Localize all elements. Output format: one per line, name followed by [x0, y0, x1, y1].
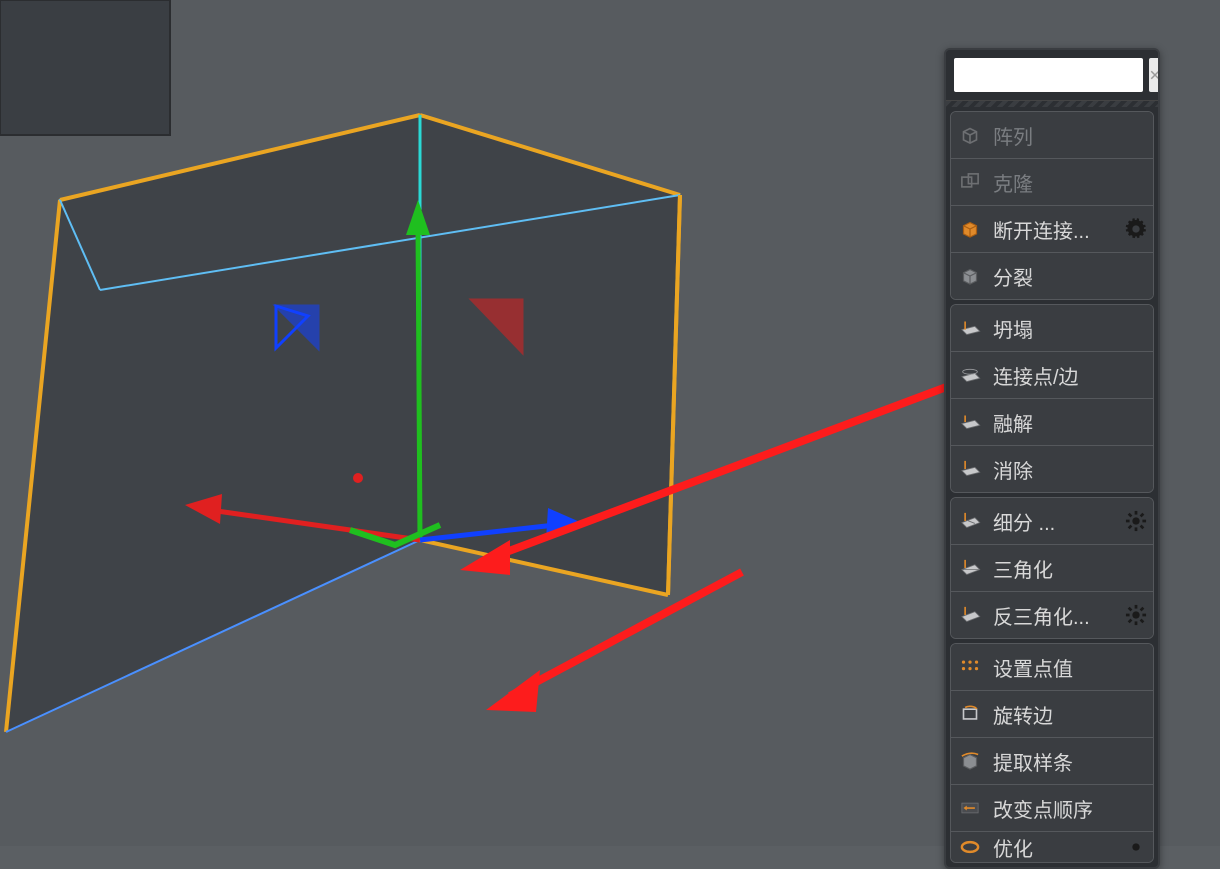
menu-label: 三角化 — [993, 554, 1147, 583]
menu-group-2: 坍塌 连接点/边 融解 消除 — [950, 304, 1154, 493]
menu-label: 阵列 — [993, 121, 1147, 150]
menu-item-setpointvalue[interactable]: 设置点值 — [951, 644, 1153, 690]
menu-label: 消除 — [993, 455, 1147, 484]
menu-item-optimize[interactable]: 优化 — [951, 831, 1153, 862]
menu-label: 改变点顺序 — [993, 794, 1147, 823]
menu-label: 融解 — [993, 408, 1147, 437]
menu-label: 提取样条 — [993, 747, 1147, 776]
menu-search-input[interactable] — [954, 58, 1143, 92]
menu-item-triangulate[interactable]: 三角化 — [951, 544, 1153, 591]
menu-label: 设置点值 — [993, 653, 1147, 682]
menu-label: 克隆 — [993, 168, 1147, 197]
array-icon — [957, 122, 983, 148]
cube-orange-icon — [957, 216, 983, 242]
menu-label: 优化 — [993, 833, 1115, 862]
plane-grid-icon — [957, 508, 983, 534]
plane-flat-icon — [957, 362, 983, 388]
menu-search-clear[interactable] — [1149, 58, 1160, 92]
menu-item-extractspline[interactable]: 提取样条 — [951, 737, 1153, 784]
menu-item-array[interactable]: 阵列 — [951, 112, 1153, 158]
reverse-icon — [957, 795, 983, 821]
menu-label: 分裂 — [993, 262, 1147, 291]
menu-label: 连接点/边 — [993, 361, 1147, 390]
menu-item-spinedge[interactable]: 旋转边 — [951, 690, 1153, 737]
menu-label: 旋转边 — [993, 700, 1147, 729]
menu-item-eliminate[interactable]: 消除 — [951, 445, 1153, 492]
menu-item-subdivide[interactable]: 细分 ... — [951, 498, 1153, 544]
plane-remove-icon — [957, 456, 983, 482]
menu-item-changepointorder[interactable]: 改变点顺序 — [951, 784, 1153, 831]
gear-icon[interactable] — [1125, 510, 1147, 532]
torus-icon — [957, 834, 983, 860]
gear-icon[interactable] — [1125, 604, 1147, 626]
menu-label: 断开连接... — [993, 215, 1115, 244]
viewport-3d[interactable]: 阵列 克隆 断开连接... — [0, 0, 1220, 846]
menu-item-untriangulate[interactable]: 反三角化... — [951, 591, 1153, 638]
menu-group-1: 阵列 克隆 断开连接... — [950, 111, 1154, 300]
spin-icon — [957, 701, 983, 727]
menu-item-split[interactable]: 分裂 — [951, 252, 1153, 299]
clone-icon — [957, 169, 983, 195]
menu-item-disconnect[interactable]: 断开连接... — [951, 205, 1153, 252]
menu-label: 细分 ... — [993, 507, 1115, 536]
gear-icon[interactable] — [1125, 836, 1147, 858]
plane-melt-icon — [957, 409, 983, 435]
menu-item-dissolve[interactable]: 融解 — [951, 398, 1153, 445]
menu-group-4: 设置点值 旋转边 提取样条 — [950, 643, 1154, 863]
menu-drag-stripes — [946, 101, 1158, 107]
menu-label: 坍塌 — [993, 314, 1147, 343]
menu-label: 反三角化... — [993, 601, 1115, 630]
menu-item-connect[interactable]: 连接点/边 — [951, 351, 1153, 398]
menu-group-3: 细分 ... 三角化 反三角化... — [950, 497, 1154, 639]
cube-gray-icon — [957, 263, 983, 289]
plane-down-icon — [957, 315, 983, 341]
plane-tri-icon — [957, 555, 983, 581]
plane-untri-icon — [957, 602, 983, 628]
menu-item-clone[interactable]: 克隆 — [951, 158, 1153, 205]
gear-icon[interactable] — [1125, 218, 1147, 240]
menu-item-collapse[interactable]: 坍塌 — [951, 305, 1153, 351]
mesh-context-menu: 阵列 克隆 断开连接... — [944, 48, 1160, 869]
dots-grid-icon — [957, 654, 983, 680]
menu-search-row — [946, 50, 1158, 101]
cube-spline-icon — [957, 748, 983, 774]
